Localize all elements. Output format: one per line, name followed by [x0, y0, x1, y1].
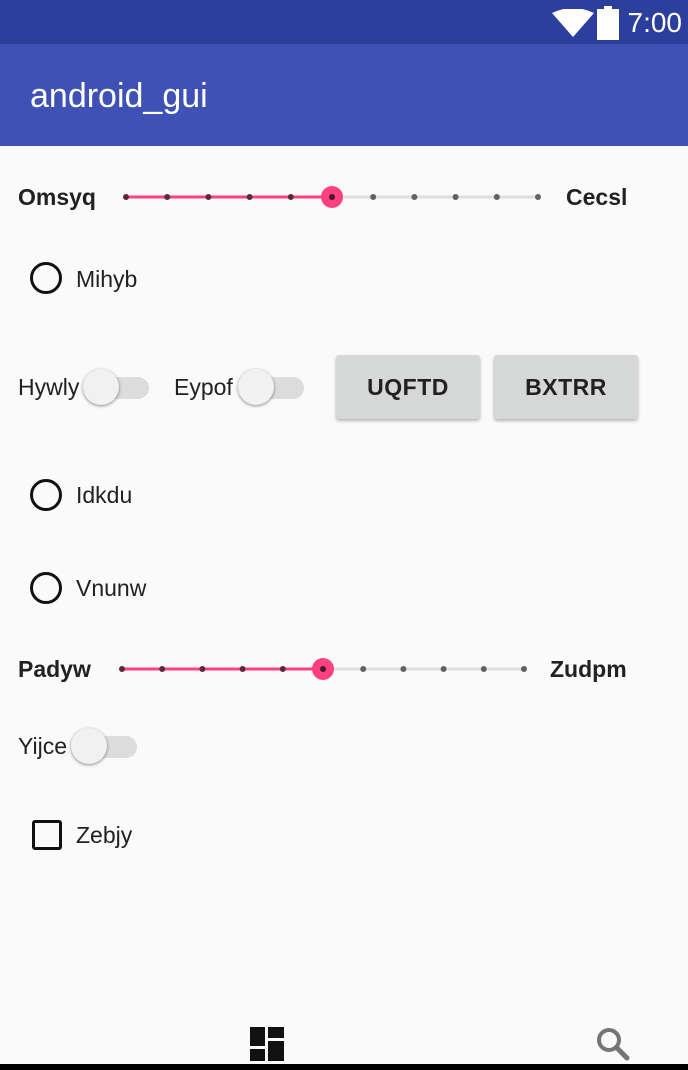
- slider-tick: [279, 666, 286, 672]
- radio-label-vnunw: Vnunw: [76, 575, 147, 601]
- search-icon[interactable]: [596, 1027, 630, 1061]
- slider2-left-label: Padyw: [18, 656, 91, 682]
- slider-tick: [164, 194, 171, 200]
- switch-yijce[interactable]: [71, 726, 137, 766]
- radio-button-mihyb[interactable]: [30, 262, 62, 294]
- slider-tick: [205, 194, 212, 200]
- slider-tick: [493, 194, 500, 200]
- slider-tick: [199, 666, 206, 672]
- slider-tick: [535, 194, 541, 200]
- bxtrr-button[interactable]: BXTRR: [494, 355, 638, 419]
- app-bar: android_gui: [0, 44, 688, 146]
- slider2-right-label: Zudpm: [550, 656, 627, 682]
- slider1-left-label: Omsyq: [18, 184, 96, 210]
- slider-tick: [400, 666, 407, 672]
- switch1-label: Hywly: [18, 374, 80, 400]
- slider-tick: [239, 666, 246, 672]
- slider-tick: [246, 194, 253, 200]
- dashboard-icon[interactable]: [250, 1027, 284, 1061]
- switch2-label: Eypof: [174, 374, 233, 400]
- status-time: 7:00: [627, 7, 683, 38]
- radio-button-vnunw[interactable]: [30, 572, 62, 604]
- slider-tick: [411, 194, 418, 200]
- slider-tick: [452, 194, 459, 200]
- checkbox-zebjy[interactable]: [32, 820, 62, 850]
- slider-tick: [287, 194, 294, 200]
- radio-label-mihyb: Mihyb: [76, 266, 138, 292]
- slider-thumb-center: [320, 666, 326, 672]
- slider-tick: [480, 666, 487, 672]
- slider-tick: [440, 666, 447, 672]
- slider-thumb-center: [329, 194, 335, 200]
- switch-thumb: [71, 728, 107, 764]
- slider1[interactable]: [112, 182, 552, 212]
- navigation-bar: [0, 1064, 688, 1070]
- wifi-icon: [552, 9, 594, 37]
- switch-hywly[interactable]: [83, 367, 149, 407]
- slider2[interactable]: [108, 654, 538, 684]
- uqftd-button[interactable]: UQFTD: [336, 355, 480, 419]
- slider-tick: [119, 666, 125, 672]
- slider1-right-label: Cecsl: [566, 184, 628, 210]
- switch-eypof[interactable]: [238, 367, 304, 407]
- switch-thumb: [238, 369, 274, 405]
- slider-tick: [159, 666, 166, 672]
- slider-tick: [360, 666, 367, 672]
- battery-icon: [597, 6, 619, 40]
- radio-button-idkdu[interactable]: [30, 479, 62, 511]
- radio-label-idkdu: Idkdu: [76, 482, 133, 508]
- slider-tick: [123, 194, 129, 200]
- checkbox-label-zebjy: Zebjy: [76, 822, 133, 848]
- switch-thumb: [83, 369, 119, 405]
- slider-tick: [521, 666, 527, 672]
- status-bar: 7:00: [0, 0, 688, 44]
- slider-tick: [370, 194, 377, 200]
- switch3-label: Yijce: [18, 733, 67, 759]
- app-title: android_gui: [30, 77, 208, 115]
